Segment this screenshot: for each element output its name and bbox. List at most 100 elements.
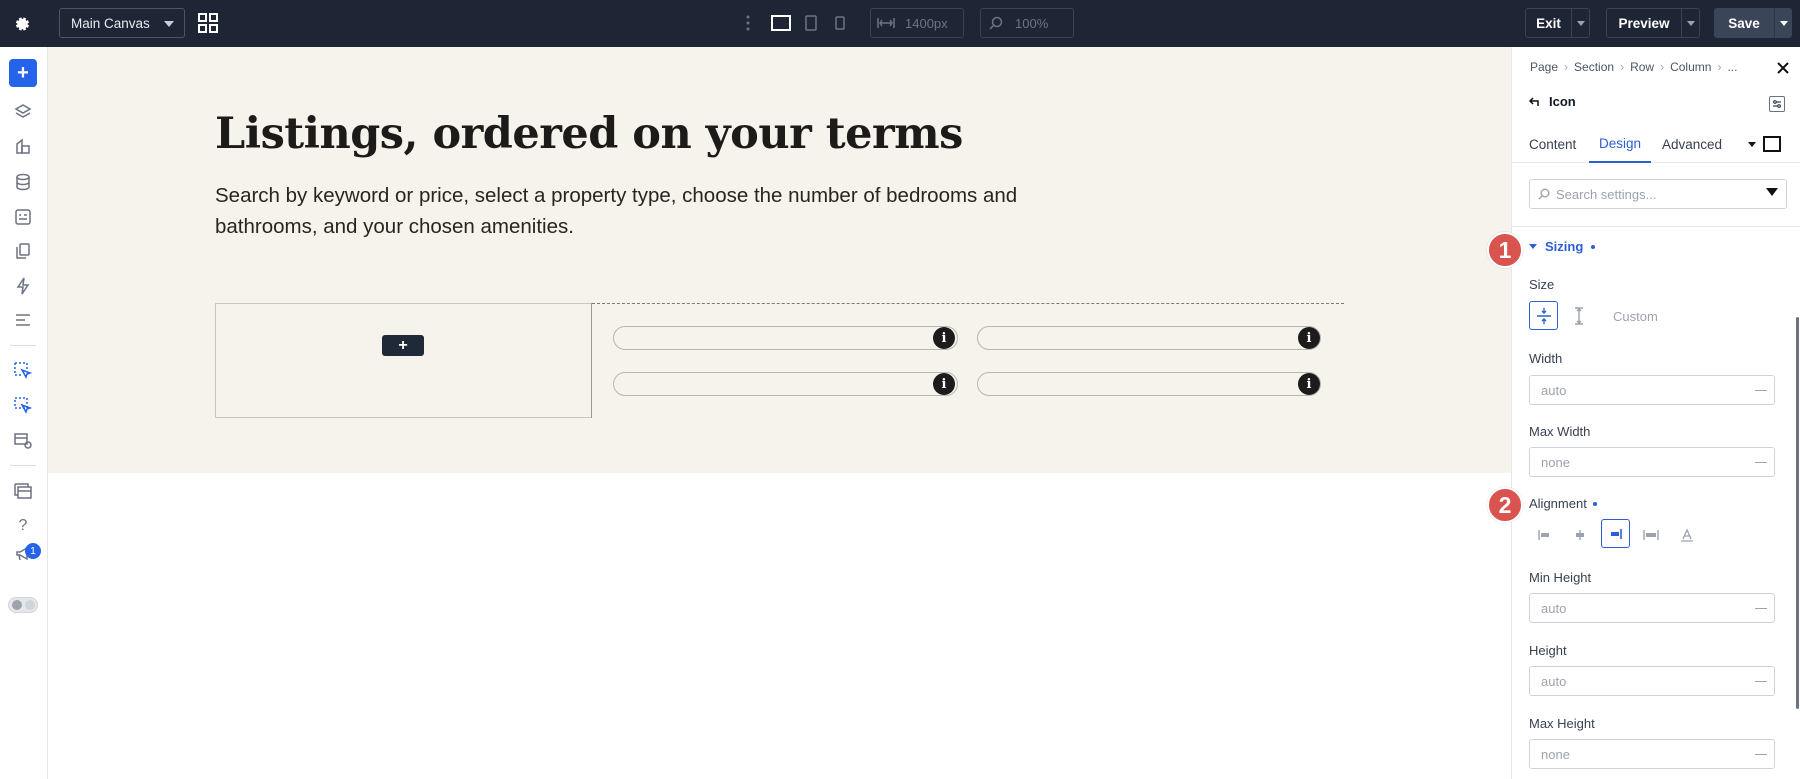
unit-toggle[interactable] — [1755, 462, 1767, 463]
theme-builder-icon[interactable] — [9, 133, 37, 161]
view-mode-box — [1763, 136, 1781, 152]
align-justify-button[interactable] — [1636, 520, 1665, 549]
filter-field[interactable] — [613, 326, 958, 350]
add-module-button[interactable]: + — [382, 335, 424, 356]
info-icon[interactable]: i — [933, 327, 955, 349]
align-right-icon — [1610, 528, 1622, 539]
phone-view-icon[interactable] — [828, 11, 852, 35]
forms-icon[interactable] — [9, 203, 37, 231]
help-label: ? — [18, 517, 28, 534]
page-heading[interactable]: Listings, ordered on your terms — [215, 109, 1115, 159]
column-divider — [591, 303, 592, 418]
element-title[interactable]: Icon — [1529, 94, 1576, 109]
tab-content[interactable]: Content — [1529, 125, 1576, 163]
gear-icon[interactable] — [8, 10, 36, 38]
tab-design[interactable]: Design — [1589, 125, 1652, 163]
empty-column[interactable] — [215, 303, 592, 418]
tab-advanced[interactable]: Advanced — [1662, 125, 1722, 163]
filter-field[interactable] — [977, 372, 1321, 396]
click-pointer-icon[interactable] — [9, 357, 37, 385]
breadcrumb-column[interactable]: Column — [1670, 60, 1711, 74]
preview-button[interactable]: Preview — [1606, 8, 1682, 38]
width-value: auto — [1541, 382, 1567, 398]
panel-scrollbar[interactable] — [1796, 317, 1799, 709]
max-height-value: none — [1541, 746, 1570, 762]
dark-mode-icon — [25, 600, 35, 610]
hero-section[interactable]: Listings, ordered on your terms Search b… — [48, 47, 1511, 473]
exit-button[interactable]: Exit — [1525, 8, 1572, 38]
breadcrumb-row[interactable]: Row — [1630, 60, 1654, 74]
chevron-down-icon — [1576, 20, 1585, 26]
size-custom-option[interactable]: Custom — [1613, 309, 1658, 324]
info-icon[interactable]: i — [1298, 327, 1320, 349]
max-height-input[interactable]: none — [1529, 739, 1775, 769]
light-mode-icon — [12, 600, 22, 610]
theme-toggle[interactable] — [8, 597, 38, 613]
size-fit-button[interactable] — [1529, 301, 1558, 330]
height-input[interactable]: auto — [1529, 666, 1775, 696]
layers-icon[interactable] — [9, 98, 37, 126]
step-marker-2: 2 — [1487, 487, 1523, 523]
portability-icon[interactable] — [9, 427, 37, 455]
filter-field[interactable] — [977, 326, 1321, 350]
add-element-button[interactable]: + — [9, 59, 37, 87]
align-text-button[interactable] — [1672, 520, 1701, 549]
unit-toggle[interactable] — [1755, 608, 1767, 609]
page-subtext[interactable]: Search by keyword or price, select a pro… — [215, 180, 1045, 242]
lightning-icon[interactable] — [9, 272, 37, 300]
width-input[interactable]: auto — [1529, 375, 1775, 405]
chevron-right-icon: › — [1564, 60, 1569, 74]
desktop-view-icon[interactable] — [769, 11, 793, 35]
preview-dropdown[interactable] — [1682, 8, 1700, 38]
exit-dropdown[interactable] — [1572, 8, 1590, 38]
save-button[interactable]: Save — [1714, 8, 1774, 38]
view-mode-icon[interactable] — [1763, 125, 1781, 163]
sizing-section-title: Sizing — [1545, 239, 1584, 254]
preset-options-icon[interactable] — [1769, 96, 1785, 112]
tabs-more-dropdown[interactable] — [1748, 125, 1756, 163]
size-full-button[interactable] — [1564, 301, 1593, 330]
close-icon[interactable] — [1774, 59, 1792, 77]
unit-toggle[interactable] — [1755, 681, 1767, 682]
exit-label: Exit — [1536, 15, 1561, 31]
fit-size-icon — [1536, 307, 1551, 324]
breadcrumb-more[interactable]: ... — [1727, 60, 1737, 74]
settings-list-icon[interactable] — [9, 306, 37, 334]
breadcrumb-section[interactable]: Section — [1574, 60, 1614, 74]
filter-field[interactable] — [613, 372, 958, 396]
breadcrumb: Page › Section › Row › Column › ... — [1530, 60, 1737, 74]
save-dropdown[interactable] — [1774, 8, 1792, 38]
multi-select-icon[interactable] — [9, 392, 37, 420]
canvas-width-field[interactable]: 1400px — [870, 8, 964, 38]
canvas-select[interactable]: Main Canvas — [59, 8, 185, 38]
max-width-input[interactable]: none — [1529, 447, 1775, 477]
info-icon[interactable]: i — [1298, 373, 1320, 395]
library-icon[interactable] — [9, 477, 37, 505]
chevron-down-icon — [164, 21, 174, 27]
more-options-icon[interactable] — [743, 10, 753, 36]
zoom-field[interactable]: 100% — [980, 8, 1074, 38]
info-glyph: i — [941, 376, 947, 392]
pages-icon[interactable] — [9, 237, 37, 265]
chevron-down-icon — [1748, 141, 1756, 147]
settings-search-input[interactable]: Search settings... — [1529, 179, 1787, 209]
add-icon: + — [17, 61, 29, 84]
chevron-down-icon — [1529, 244, 1537, 249]
sizing-section-toggle[interactable]: Sizing — [1529, 239, 1596, 254]
height-label: Height — [1529, 643, 1567, 658]
modified-indicator — [1592, 501, 1597, 506]
grid-layout-icon[interactable] — [196, 11, 220, 35]
align-center-button[interactable] — [1565, 520, 1594, 549]
breadcrumb-page[interactable]: Page — [1530, 60, 1558, 74]
unit-toggle[interactable] — [1755, 754, 1767, 755]
unit-toggle[interactable] — [1755, 390, 1767, 391]
width-label: Width — [1529, 351, 1563, 366]
info-icon[interactable]: i — [933, 373, 955, 395]
align-left-button[interactable] — [1529, 520, 1558, 549]
database-icon[interactable] — [9, 168, 37, 196]
help-icon[interactable]: ? — [9, 512, 37, 540]
align-right-button[interactable] — [1601, 519, 1630, 548]
min-height-input[interactable]: auto — [1529, 593, 1775, 623]
filter-icon[interactable] — [1766, 188, 1778, 196]
tablet-view-icon[interactable] — [799, 11, 823, 35]
